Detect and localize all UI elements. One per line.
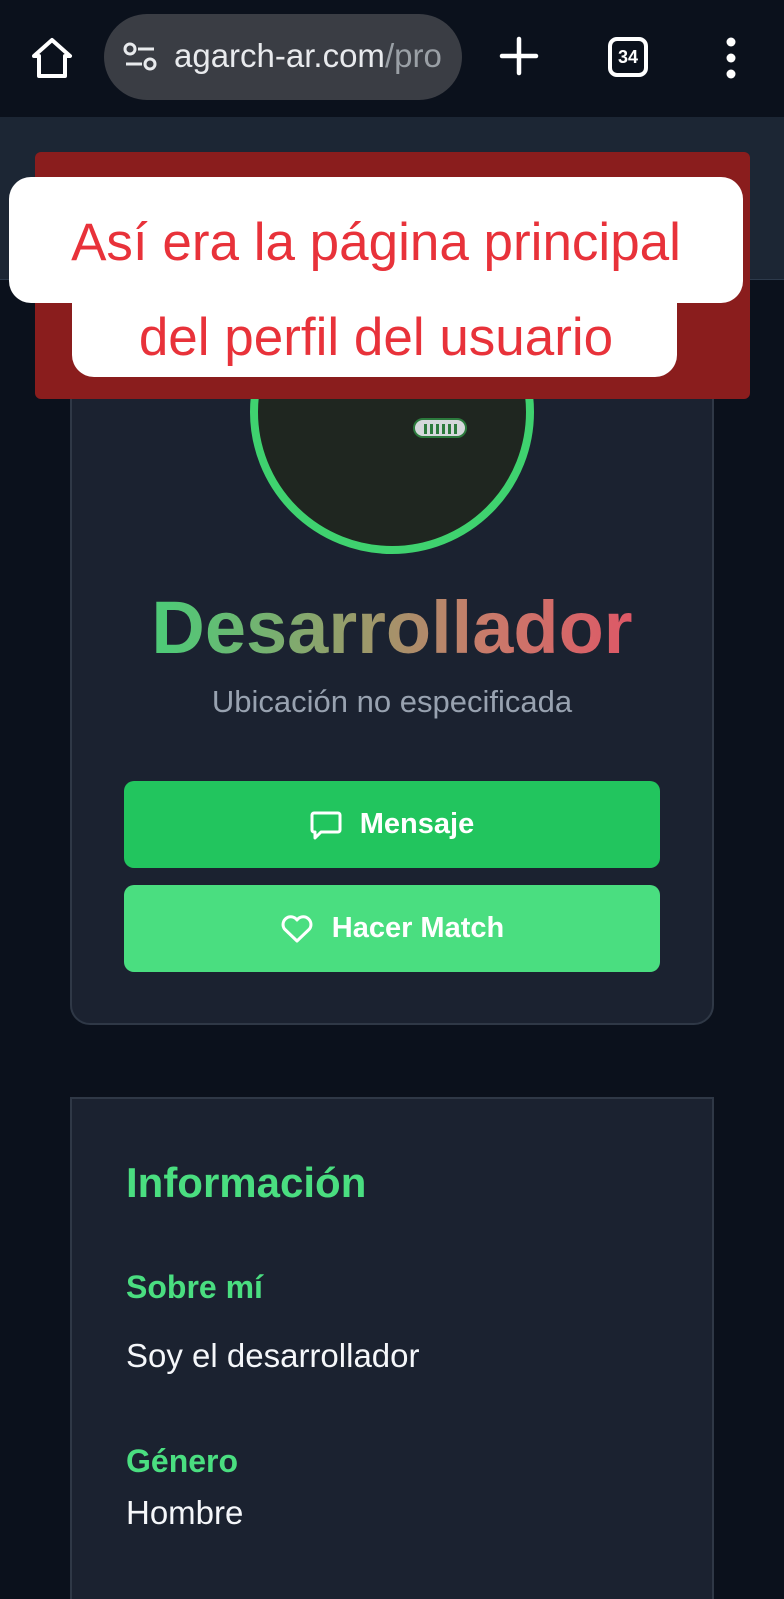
- gender-value: Hombre: [126, 1494, 244, 1531]
- caption-line-1: Así era la página principal: [71, 213, 681, 272]
- tab-count: 34: [617, 47, 639, 67]
- home-icon[interactable]: [30, 36, 74, 80]
- message-button[interactable]: Mensaje: [124, 781, 660, 868]
- url-domain: agarch-ar.com: [174, 37, 385, 74]
- more-vert-icon[interactable]: [716, 36, 746, 80]
- audio-badge-icon: [413, 418, 467, 438]
- site-info-icon[interactable]: [122, 42, 158, 72]
- info-card: Información Sobre mí Soy el desarrollado…: [70, 1097, 714, 1599]
- about-label: Sobre mí: [126, 1269, 263, 1305]
- heart-icon: [280, 914, 314, 944]
- gender-label: Género: [126, 1443, 239, 1479]
- message-button-label: Mensaje: [359, 808, 475, 840]
- about-value: Soy el desarrollador: [126, 1337, 420, 1374]
- browser-toolbar: agarch-ar.com/pro 34: [0, 0, 784, 117]
- url-text[interactable]: agarch-ar.com/pro: [174, 36, 462, 76]
- caption-line-2: del perfil del usuario: [138, 308, 614, 367]
- url-path: /pro: [384, 37, 442, 74]
- plus-icon[interactable]: [497, 34, 541, 78]
- match-button-label: Hacer Match: [331, 912, 505, 944]
- message-icon: [310, 810, 342, 840]
- profile-location: Ubicación no especificada: [211, 684, 573, 719]
- caption-text: Así era la página principal del perfil d…: [0, 195, 752, 385]
- tabs-icon[interactable]: 34: [608, 37, 648, 77]
- match-button[interactable]: Hacer Match: [124, 885, 660, 972]
- info-title: Información: [126, 1159, 367, 1206]
- page: agarch-ar.com/pro 34 $: [0, 0, 784, 1599]
- address-bar[interactable]: agarch-ar.com/pro: [104, 14, 462, 100]
- profile-name: Desarrollador: [70, 583, 714, 673]
